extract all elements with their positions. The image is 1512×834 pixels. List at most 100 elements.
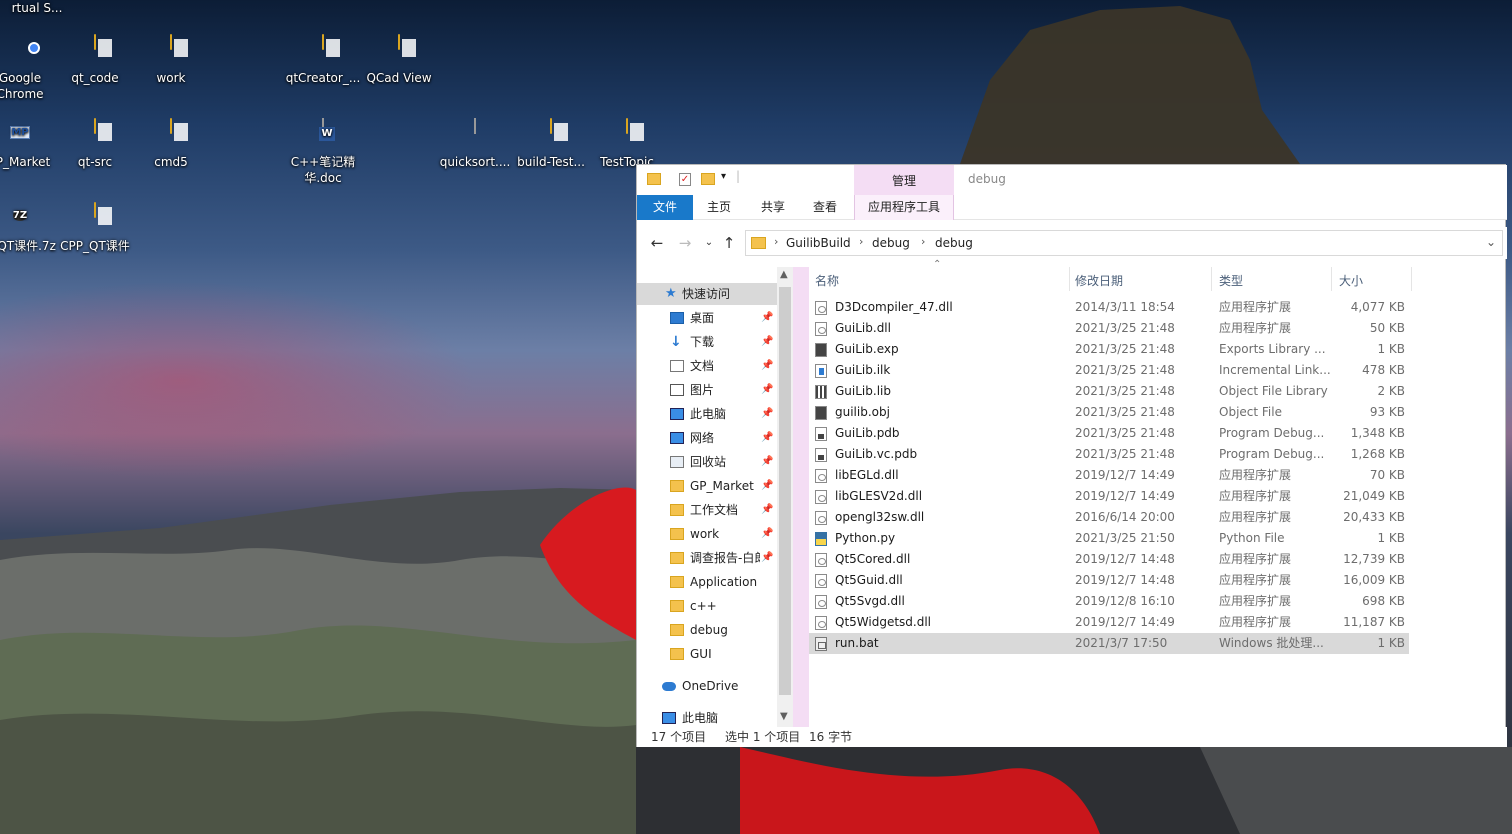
pin-icon[interactable]: 📌: [761, 475, 773, 497]
tab-manage[interactable]: 管理: [854, 165, 954, 195]
file-row[interactable]: Python.py 2021/3/25 21:50 Python File 1 KB: [809, 528, 1409, 549]
nav-item-gui[interactable]: GUI: [637, 643, 777, 665]
file-row[interactable]: opengl32sw.dll 2016/6/14 20:00 应用程序扩展 20,43…: [809, 507, 1409, 528]
tab-home[interactable]: 主页: [699, 195, 739, 220]
column-header-type[interactable]: 类型: [1219, 272, 1243, 289]
desktop-icon-qt-src[interactable]: qt-src: [56, 118, 134, 170]
file-row[interactable]: libGLESV2d.dll 2019/12/7 14:49 应用程序扩展 21,04…: [809, 486, 1409, 507]
pin-icon[interactable]: 📌: [761, 547, 773, 569]
batch-file-icon: [815, 637, 827, 651]
desktop-icon-gp-market[interactable]: MP _P_Market: [0, 118, 60, 170]
pin-icon[interactable]: 📌: [761, 427, 773, 449]
desktop-icon-cmd5[interactable]: cmd5: [132, 118, 210, 170]
nav-item-network[interactable]: 网络 📌: [637, 427, 777, 449]
status-bar: 17 个项目 选中 1 个项目 16 字节: [637, 727, 1507, 747]
desktop-icon-testtopic[interactable]: TestTopic: [588, 118, 666, 170]
column-divider[interactable]: [1411, 267, 1412, 291]
desktop-icon-top-left[interactable]: rtual S...: [0, 0, 76, 16]
column-divider[interactable]: [1069, 267, 1070, 291]
nav-item-downloads[interactable]: ↓ 下载 📌: [637, 331, 777, 353]
column-header-date[interactable]: 修改日期: [1075, 272, 1123, 289]
nav-item-quick-access[interactable]: ★ 快速访问: [637, 283, 777, 305]
file-row[interactable]: D3Dcompiler_47.dll 2014/3/11 18:54 应用程序扩展 4…: [809, 297, 1409, 318]
breadcrumb-item[interactable]: GuilibBuild: [786, 236, 851, 250]
breadcrumb-chevron-icon[interactable]: ›: [921, 235, 925, 248]
navigation-pane-scrollbar[interactable]: ▲ ▼: [777, 267, 793, 727]
nav-item-this-pc[interactable]: 此电脑 📌: [637, 403, 777, 425]
file-row[interactable]: Qt5Widgetsd.dll 2019/12/7 14:49 应用程序扩展 11,1…: [809, 612, 1409, 633]
column-divider[interactable]: [1211, 267, 1212, 291]
desktop-icon-cpp-qt[interactable]: CPP_QT课件: [56, 202, 134, 254]
nav-item-documents[interactable]: 文档 📌: [637, 355, 777, 377]
pin-icon[interactable]: 📌: [761, 331, 773, 353]
breadcrumb-chevron-icon[interactable]: ›: [774, 235, 778, 248]
nav-item-recycle-bin[interactable]: 回收站 📌: [637, 451, 777, 473]
desktop-icon-quicksort[interactable]: quicksort....: [436, 118, 514, 170]
file-row-selected[interactable]: run.bat 2021/3/7 17:50 Windows 批处理... 1 KB: [809, 633, 1409, 654]
file-row[interactable]: Qt5Guid.dll 2019/12/7 14:48 应用程序扩展 16,009 K…: [809, 570, 1409, 591]
breadcrumb-item[interactable]: debug: [872, 236, 910, 250]
nav-item-cpp[interactable]: c++: [637, 595, 777, 617]
column-header-name[interactable]: 名称: [815, 272, 839, 289]
nav-item-this-pc-root[interactable]: 此电脑: [637, 707, 777, 727]
pin-icon[interactable]: 📌: [761, 499, 773, 521]
column-divider[interactable]: [1331, 267, 1332, 291]
breadcrumb-chevron-icon[interactable]: ›: [859, 235, 863, 248]
pin-icon[interactable]: 📌: [761, 451, 773, 473]
chevron-down-icon[interactable]: ▾: [721, 171, 726, 182]
pane-splitter[interactable]: [793, 267, 809, 727]
file-row[interactable]: GuiLib.vc.pdb 2021/3/25 21:48 Program Debu…: [809, 444, 1409, 465]
pin-icon[interactable]: 📌: [761, 355, 773, 377]
file-row[interactable]: Qt5Svgd.dll 2019/12/8 16:10 应用程序扩展 698 KB: [809, 591, 1409, 612]
scrollbar-thumb[interactable]: [779, 287, 791, 695]
desktop-icon-qtcreator[interactable]: qtCreator_...: [284, 34, 362, 86]
desktop-icon-chrome[interactable]: Google Chrome: [0, 34, 60, 102]
nav-item-application[interactable]: Application: [637, 571, 777, 593]
file-row[interactable]: Qt5Cored.dll 2019/12/7 14:48 应用程序扩展 12,739 …: [809, 549, 1409, 570]
desktop-icon-label: qt_code: [71, 71, 119, 85]
tab-share[interactable]: 共享: [753, 195, 793, 220]
tab-file[interactable]: 文件: [637, 195, 693, 220]
file-row[interactable]: guilib.obj 2021/3/25 21:48 Object File 93 K…: [809, 402, 1409, 423]
file-row[interactable]: GuiLib.lib 2021/3/25 21:48 Object File Lib…: [809, 381, 1409, 402]
download-icon: ↓: [670, 334, 682, 350]
desktop-icon-build-test[interactable]: build-Test...: [512, 118, 590, 170]
chevron-down-icon[interactable]: ⌄: [1486, 235, 1496, 249]
recent-locations-chevron-icon[interactable]: ⌄: [699, 233, 719, 253]
pin-icon[interactable]: 📌: [761, 403, 773, 425]
desktop-icon-qt-7z[interactable]: 7Z P_QT课件.7z: [0, 202, 60, 254]
nav-item-work-docs[interactable]: 工作文档 📌: [637, 499, 777, 521]
file-row[interactable]: GuiLib.pdb 2021/3/25 21:48 Program Debug..…: [809, 423, 1409, 444]
properties-icon[interactable]: ✓: [679, 173, 691, 186]
pin-icon[interactable]: 📌: [761, 307, 773, 329]
pin-icon[interactable]: 📌: [761, 379, 773, 401]
folder-icon[interactable]: [647, 173, 661, 185]
nav-item-onedrive[interactable]: OneDrive: [637, 675, 777, 697]
file-row[interactable]: libEGLd.dll 2019/12/7 14:49 应用程序扩展 70 KB: [809, 465, 1409, 486]
tab-view[interactable]: 查看: [805, 195, 845, 220]
desktop-icon-work[interactable]: work: [132, 34, 210, 86]
forward-arrow-icon[interactable]: →: [675, 233, 695, 253]
nav-item-pictures[interactable]: 图片 📌: [637, 379, 777, 401]
nav-item-work[interactable]: work 📌: [637, 523, 777, 545]
up-arrow-icon[interactable]: ↑: [719, 233, 739, 253]
file-row[interactable]: GuiLib.exp 2021/3/25 21:48 Exports Library…: [809, 339, 1409, 360]
desktop-icon-qt-code[interactable]: qt_code: [56, 34, 134, 86]
desktop-icon-cpp-notes[interactable]: C++笔记精华.doc: [284, 118, 362, 186]
file-row[interactable]: GuiLib.ilk 2021/3/25 21:48 Incremental Lin…: [809, 360, 1409, 381]
pin-icon[interactable]: 📌: [761, 523, 773, 545]
address-bar[interactable]: › GuilibBuild › debug › debug ⌄: [745, 230, 1503, 256]
scroll-down-icon[interactable]: ▼: [780, 711, 788, 722]
back-arrow-icon[interactable]: ←: [647, 233, 667, 253]
nav-item-debug[interactable]: debug: [637, 619, 777, 641]
desktop-icon-qcad-view[interactable]: QCad View: [360, 34, 438, 86]
nav-item-survey-report[interactable]: 调查报告-白郎 📌: [637, 547, 777, 569]
tab-app-tools[interactable]: 应用程序工具: [854, 195, 954, 220]
file-row[interactable]: GuiLib.dll 2021/3/25 21:48 应用程序扩展 50 KB: [809, 318, 1409, 339]
nav-item-desktop[interactable]: 桌面 📌: [637, 307, 777, 329]
column-header-size[interactable]: 大小: [1339, 272, 1363, 289]
nav-item-gp-market[interactable]: GP_Market 📌: [637, 475, 777, 497]
new-folder-icon[interactable]: [701, 173, 715, 185]
scroll-up-icon[interactable]: ▲: [780, 269, 788, 280]
breadcrumb-item[interactable]: debug: [935, 236, 973, 250]
